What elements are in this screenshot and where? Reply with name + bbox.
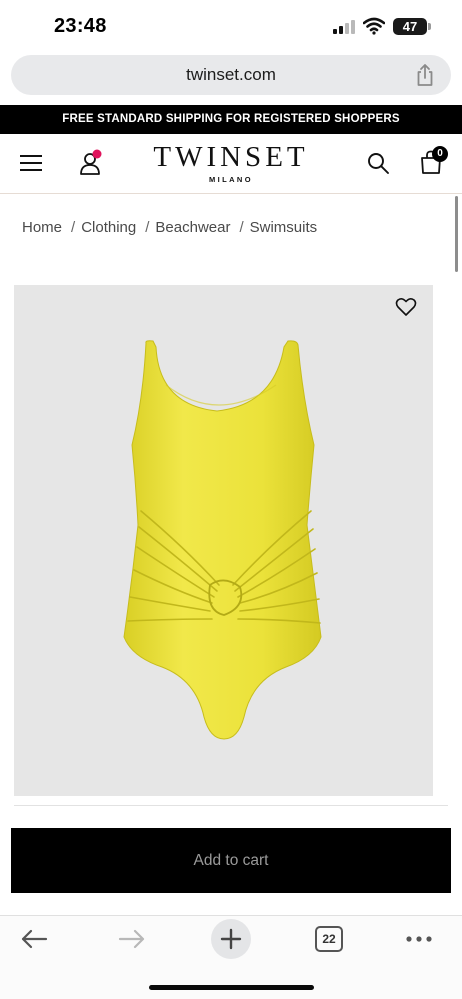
tabs-icon[interactable]: 22: [315, 926, 343, 952]
new-tab-button[interactable]: [211, 919, 251, 959]
promo-banner: FREE STANDARD SHIPPING FOR REGISTERED SH…: [0, 105, 462, 134]
logo-wordmark: TWINSET: [153, 141, 309, 173]
plus-icon: [220, 928, 242, 950]
battery-icon: 47: [393, 18, 427, 35]
breadcrumb-separator: /: [239, 219, 244, 236]
signal-icon: [333, 20, 357, 34]
back-arrow-icon[interactable]: [20, 928, 48, 950]
status-bar: 23:48 47: [0, 0, 462, 54]
address-bar[interactable]: twinset.com: [11, 55, 451, 95]
brand-logo[interactable]: TWINSET MILANO: [0, 141, 462, 184]
url-text[interactable]: twinset.com: [11, 65, 451, 85]
heart-outline-icon[interactable]: [395, 297, 417, 317]
status-time: 23:48: [54, 15, 107, 37]
more-icon[interactable]: [405, 935, 433, 943]
bag-count-badge: 0: [432, 146, 448, 162]
site-header: TWINSET MILANO 0: [0, 134, 462, 194]
breadcrumb-home[interactable]: Home: [22, 219, 62, 236]
share-icon[interactable]: [415, 63, 435, 87]
logo-subtitle: MILANO: [209, 175, 253, 184]
breadcrumb-swimsuits[interactable]: Swimsuits: [250, 219, 318, 236]
scrollbar[interactable]: [455, 196, 458, 272]
breadcrumb-separator: /: [145, 219, 150, 236]
home-indicator: [149, 985, 314, 990]
divider: [14, 805, 448, 806]
wifi-icon: [363, 17, 385, 35]
breadcrumb: Home / Clothing / Beachwear / Swimsuits: [22, 219, 317, 236]
battery-nub: [428, 23, 431, 30]
search-icon[interactable]: [366, 151, 390, 175]
forward-arrow-icon[interactable]: [118, 928, 146, 950]
swimsuit-body: [123, 340, 322, 740]
swimsuit-image: [123, 340, 322, 740]
breadcrumb-beachwear[interactable]: Beachwear: [155, 219, 230, 236]
add-to-cart-button[interactable]: Add to cart: [11, 828, 451, 893]
breadcrumb-clothing[interactable]: Clothing: [81, 219, 136, 236]
product-image[interactable]: [14, 285, 433, 796]
breadcrumb-separator: /: [71, 219, 76, 236]
